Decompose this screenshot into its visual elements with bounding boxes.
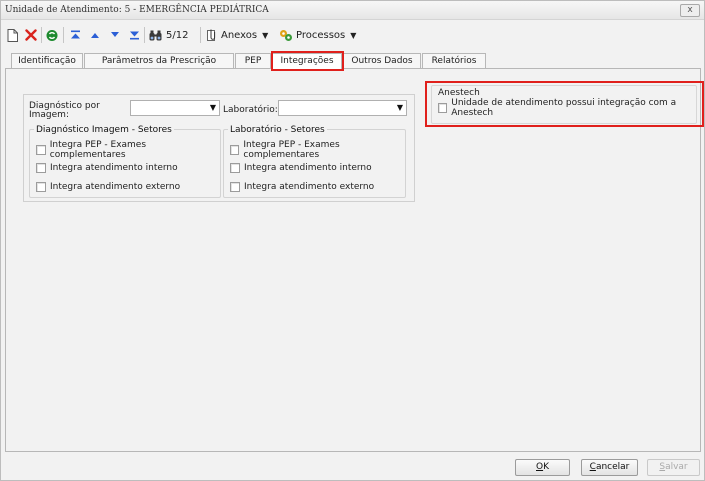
checkbox-box[interactable] bbox=[36, 162, 46, 173]
anexos-dropdown[interactable]: Anexos ▼ bbox=[207, 26, 268, 44]
record-counter: 5/12 bbox=[166, 29, 189, 41]
binoculars-icon bbox=[149, 30, 162, 40]
chevron-down-icon: ▼ bbox=[396, 103, 403, 112]
dialog-window: Unidade de Atendimento: 5 - EMERGÊNCIA P… bbox=[0, 0, 705, 481]
integration-panel: Diagnóstico por Imagem: ▼ Laboratório: ▼… bbox=[23, 94, 415, 202]
lab-integra-pep-checkbox[interactable]: Integra PEP - Exames complementares bbox=[230, 140, 405, 160]
lab-integra-interno-checkbox[interactable]: Integra atendimento interno bbox=[230, 162, 372, 173]
chevron-down-icon: ▼ bbox=[350, 30, 357, 40]
previous-record-button[interactable] bbox=[90, 26, 100, 44]
checkbox-box[interactable] bbox=[230, 181, 240, 192]
anexos-label: Anexos bbox=[221, 29, 258, 41]
new-record-button[interactable] bbox=[7, 26, 18, 44]
arrow-up-icon bbox=[91, 33, 99, 38]
tab-relatorios[interactable]: Relatórios bbox=[422, 53, 486, 69]
ok-button[interactable]: OK bbox=[515, 459, 570, 476]
diag-integra-pep-checkbox[interactable]: Integra PEP - Exames complementares bbox=[36, 140, 220, 160]
checkbox-box[interactable] bbox=[36, 144, 46, 155]
checkbox-box[interactable] bbox=[36, 181, 46, 192]
new-document-icon bbox=[7, 28, 18, 42]
toolbar: 5/12 Anexos ▼ Processos ▼ bbox=[1, 24, 704, 46]
close-button[interactable]: x bbox=[680, 4, 700, 17]
delete-x-icon bbox=[25, 29, 37, 41]
processos-dropdown[interactable]: Processos ▼ bbox=[279, 26, 356, 44]
first-record-button[interactable] bbox=[70, 26, 81, 44]
diag-integra-externo-checkbox[interactable]: Integra atendimento externo bbox=[36, 181, 180, 192]
search-records-button[interactable]: 5/12 bbox=[149, 26, 188, 44]
laboratorio-select[interactable]: ▼ bbox=[278, 100, 407, 116]
refresh-icon bbox=[46, 29, 58, 41]
laboratorio-setores-title: Laboratório - Setores bbox=[228, 125, 327, 135]
anestech-highlight-box bbox=[425, 81, 704, 127]
lab-integra-externo-checkbox[interactable]: Integra atendimento externo bbox=[230, 181, 374, 192]
tab-parametros-prescricao[interactable]: Parâmetros da Prescrição bbox=[84, 53, 234, 69]
title-bar: Unidade de Atendimento: 5 - EMERGÊNCIA P… bbox=[1, 1, 704, 20]
gears-icon bbox=[280, 29, 292, 41]
tab-content-area: Diagnóstico por Imagem: ▼ Laboratório: ▼… bbox=[5, 68, 704, 452]
arrow-down-icon bbox=[111, 32, 119, 37]
last-record-icon bbox=[130, 31, 139, 40]
tab-pep[interactable]: PEP bbox=[235, 53, 271, 69]
checkbox-box[interactable] bbox=[230, 162, 240, 173]
laboratorio-setores-group: Laboratório - Setores Integra PEP - Exam… bbox=[223, 125, 406, 198]
window-title: Unidade de Atendimento: 5 - EMERGÊNCIA P… bbox=[5, 5, 269, 15]
laboratorio-label: Laboratório: bbox=[223, 105, 278, 115]
chevron-down-icon: ▼ bbox=[262, 30, 269, 40]
chevron-down-icon: ▼ bbox=[209, 103, 216, 112]
diagnostico-setores-group: Diagnóstico Imagem - Setores Integra PEP… bbox=[29, 125, 221, 198]
refresh-button[interactable] bbox=[46, 26, 58, 44]
checkbox-box[interactable] bbox=[230, 144, 240, 155]
next-record-button[interactable] bbox=[110, 26, 120, 44]
attachment-icon bbox=[207, 29, 216, 41]
diag-integra-interno-checkbox[interactable]: Integra atendimento interno bbox=[36, 162, 178, 173]
tab-identificacao[interactable]: Identificação bbox=[11, 53, 83, 69]
diagnostico-label-line2: Imagem: bbox=[29, 110, 69, 120]
cancel-button[interactable]: Cancelar bbox=[581, 459, 638, 476]
delete-button[interactable] bbox=[25, 26, 37, 44]
last-record-button[interactable] bbox=[129, 26, 140, 44]
tab-highlight-box bbox=[271, 51, 344, 71]
tab-outros-dados[interactable]: Outros Dados bbox=[343, 53, 421, 69]
diagnostico-imagem-select[interactable]: ▼ bbox=[130, 100, 220, 116]
processos-label: Processos bbox=[296, 29, 346, 41]
first-record-icon bbox=[71, 30, 80, 39]
save-button[interactable]: Salvar bbox=[647, 459, 700, 476]
diagnostico-setores-title: Diagnóstico Imagem - Setores bbox=[34, 125, 174, 135]
